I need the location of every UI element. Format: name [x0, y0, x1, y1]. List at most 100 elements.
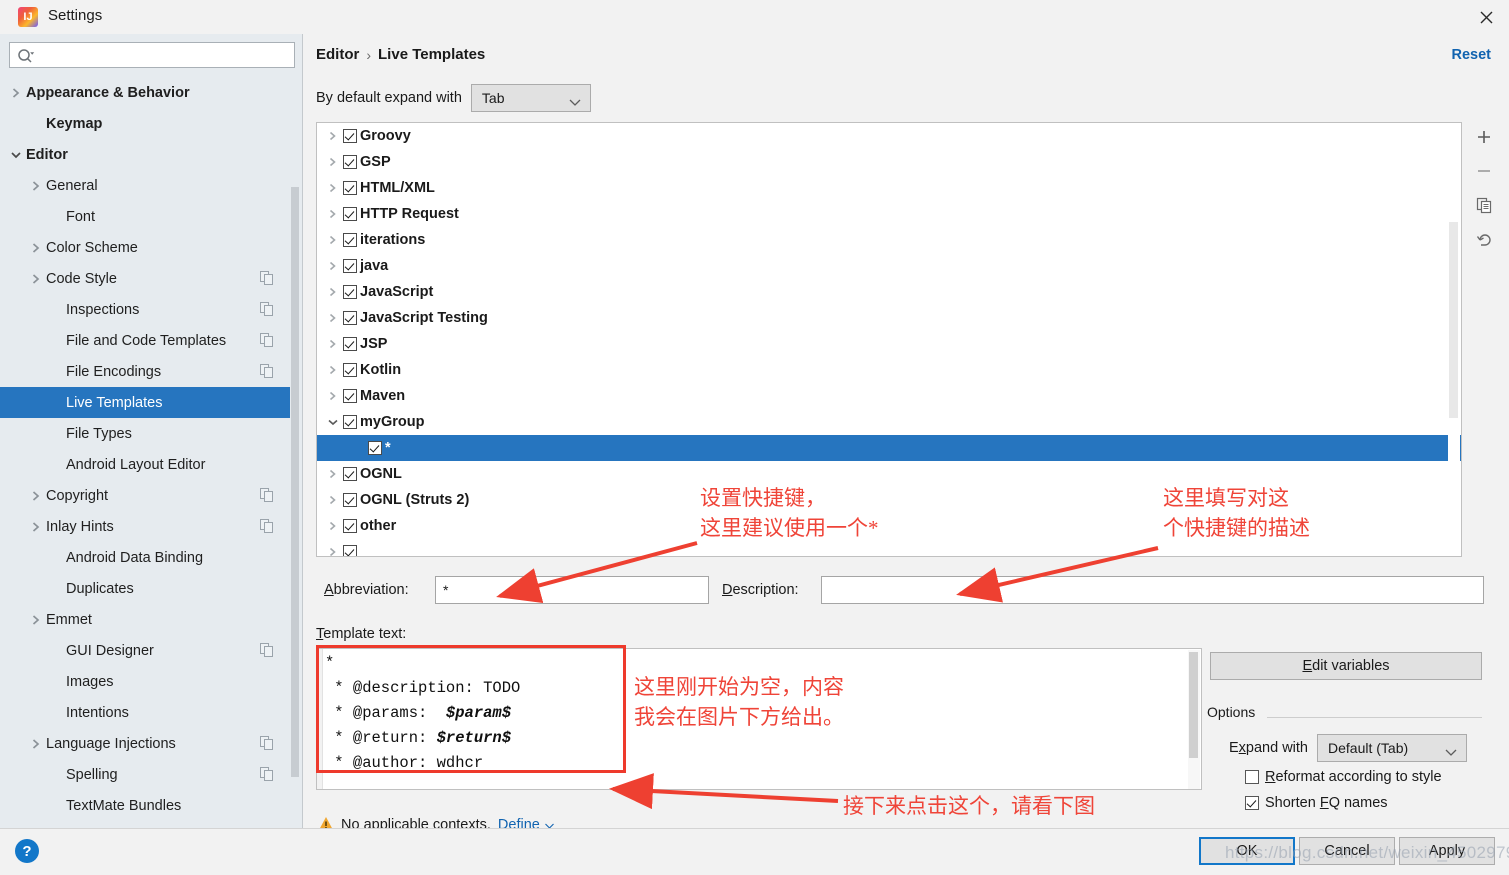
sidebar-item-images[interactable]: Images [0, 666, 296, 697]
template-checkbox[interactable] [343, 181, 357, 195]
chevron-right-icon[interactable] [325, 284, 341, 300]
template-group-html-xml[interactable]: HTML/XML [317, 175, 1461, 201]
chevron-right-icon[interactable] [325, 232, 341, 248]
cancel-button[interactable]: Cancel [1299, 837, 1395, 865]
default-expand-dropdown[interactable]: Tab [470, 84, 591, 112]
revert-template-button[interactable] [1469, 224, 1499, 254]
chevron-right-icon[interactable] [325, 258, 341, 274]
chevron-right-icon[interactable] [28, 271, 44, 287]
chevron-right-icon[interactable] [325, 180, 341, 196]
sidebar-item-editor[interactable]: Editor [0, 139, 296, 170]
close-icon[interactable] [1463, 0, 1509, 34]
sidebar-item-textmate-bundles[interactable]: TextMate Bundles [0, 790, 296, 821]
chevron-right-icon[interactable] [325, 310, 341, 326]
sidebar-item-file-and-code-templates[interactable]: File and Code Templates [0, 325, 296, 356]
chevron-right-icon[interactable] [28, 612, 44, 628]
sidebar-item-appearance-behavior[interactable]: Appearance & Behavior [0, 77, 296, 108]
chevron-right-icon[interactable] [325, 128, 341, 144]
breadcrumb-parent[interactable]: Editor [316, 46, 359, 63]
template-group-groovy[interactable]: Groovy [317, 123, 1461, 149]
template-group-java[interactable]: java [317, 253, 1461, 279]
template-group-ognl[interactable]: OGNL [317, 461, 1461, 487]
template-checkbox[interactable] [343, 259, 357, 273]
template-text-editor[interactable]: * * @description: TODO * @params: $param… [316, 648, 1202, 790]
template-row[interactable] [317, 539, 1461, 556]
sidebar-item-duplicates[interactable]: Duplicates [0, 573, 296, 604]
sidebar-item-spelling[interactable]: Spelling [0, 759, 296, 790]
chevron-right-icon[interactable] [8, 85, 24, 101]
template-checkbox[interactable] [343, 155, 357, 169]
template-checkbox[interactable] [343, 207, 357, 221]
template-row-asterisk[interactable]: * [317, 435, 1461, 461]
template-group-http-request[interactable]: HTTP Request [317, 201, 1461, 227]
chevron-right-icon[interactable] [325, 466, 341, 482]
template-checkbox[interactable] [343, 545, 357, 556]
chevron-right-icon[interactable] [325, 544, 341, 556]
sidebar-item-inlay-hints[interactable]: Inlay Hints [0, 511, 296, 542]
template-checkbox[interactable] [343, 493, 357, 507]
expand-with-dropdown[interactable]: Default (Tab) [1317, 734, 1467, 762]
template-checkbox[interactable] [343, 129, 357, 143]
template-group-other[interactable]: other [317, 513, 1461, 539]
chevron-right-icon[interactable] [28, 519, 44, 535]
chevron-right-icon[interactable] [325, 362, 341, 378]
chevron-down-icon[interactable] [325, 414, 341, 430]
template-checkbox[interactable] [343, 285, 357, 299]
sidebar-item-general[interactable]: General [0, 170, 296, 201]
chevron-right-icon[interactable] [325, 388, 341, 404]
remove-template-button[interactable] [1469, 156, 1499, 186]
template-checkbox[interactable] [343, 519, 357, 533]
shorten-fq-checkbox-row[interactable]: Shorten FQ names [1245, 795, 1388, 811]
apply-button[interactable]: Apply [1399, 837, 1495, 865]
template-group-ognl-struts-2[interactable]: OGNL (Struts 2) [317, 487, 1461, 513]
reformat-checkbox-row[interactable]: Reformat according to style [1245, 769, 1442, 785]
chevron-right-icon[interactable] [325, 154, 341, 170]
search-field[interactable] [9, 42, 295, 68]
chevron-right-icon[interactable] [28, 178, 44, 194]
sidebar-item-file-encodings[interactable]: File Encodings [0, 356, 296, 387]
templates-list-scrollbar[interactable] [1448, 124, 1460, 556]
sidebar-item-color-scheme[interactable]: Color Scheme [0, 232, 296, 263]
template-group-jsp[interactable]: JSP [317, 331, 1461, 357]
edit-variables-button[interactable]: Edit variables [1210, 652, 1482, 680]
search-input[interactable] [38, 44, 288, 66]
chevron-right-icon[interactable] [325, 518, 341, 534]
templates-list-scrollbar-thumb[interactable] [1449, 222, 1458, 418]
sidebar-scrollbar[interactable] [290, 77, 301, 828]
help-icon[interactable]: ? [15, 839, 39, 863]
template-group-kotlin[interactable]: Kotlin [317, 357, 1461, 383]
sidebar-item-gui-designer[interactable]: GUI Designer [0, 635, 296, 666]
template-checkbox[interactable] [343, 337, 357, 351]
template-checkbox[interactable] [343, 389, 357, 403]
chevron-right-icon[interactable] [28, 736, 44, 752]
reset-link[interactable]: Reset [1452, 47, 1492, 63]
chevron-right-icon[interactable] [325, 206, 341, 222]
sidebar-item-intentions[interactable]: Intentions [0, 697, 296, 728]
sidebar-item-live-templates[interactable]: Live Templates [0, 387, 296, 418]
template-checkbox[interactable] [343, 467, 357, 481]
description-input[interactable] [821, 576, 1484, 604]
sidebar-item-language-injections[interactable]: Language Injections [0, 728, 296, 759]
sidebar-item-file-types[interactable]: File Types [0, 418, 296, 449]
template-group-iterations[interactable]: iterations [317, 227, 1461, 253]
template-checkbox[interactable] [343, 415, 357, 429]
template-checkbox[interactable] [343, 233, 357, 247]
ok-button[interactable]: OK [1199, 837, 1295, 865]
template-text-scrollbar-thumb[interactable] [1189, 652, 1198, 758]
template-group-javascript-testing[interactable]: JavaScript Testing [317, 305, 1461, 331]
chevron-right-icon[interactable] [28, 240, 44, 256]
template-checkbox[interactable] [368, 441, 382, 455]
reformat-checkbox[interactable] [1245, 770, 1259, 784]
chevron-down-icon[interactable] [8, 147, 24, 163]
template-group-gsp[interactable]: GSP [317, 149, 1461, 175]
template-group-mygroup[interactable]: myGroup [317, 409, 1461, 435]
sidebar-scrollbar-thumb[interactable] [291, 187, 299, 777]
chevron-right-icon[interactable] [325, 336, 341, 352]
add-template-button[interactable] [1469, 122, 1499, 152]
sidebar-item-inspections[interactable]: Inspections [0, 294, 296, 325]
chevron-right-icon[interactable] [325, 492, 341, 508]
chevron-right-icon[interactable] [28, 488, 44, 504]
sidebar-item-font[interactable]: Font [0, 201, 296, 232]
shorten-fq-checkbox[interactable] [1245, 796, 1259, 810]
sidebar-item-copyright[interactable]: Copyright [0, 480, 296, 511]
